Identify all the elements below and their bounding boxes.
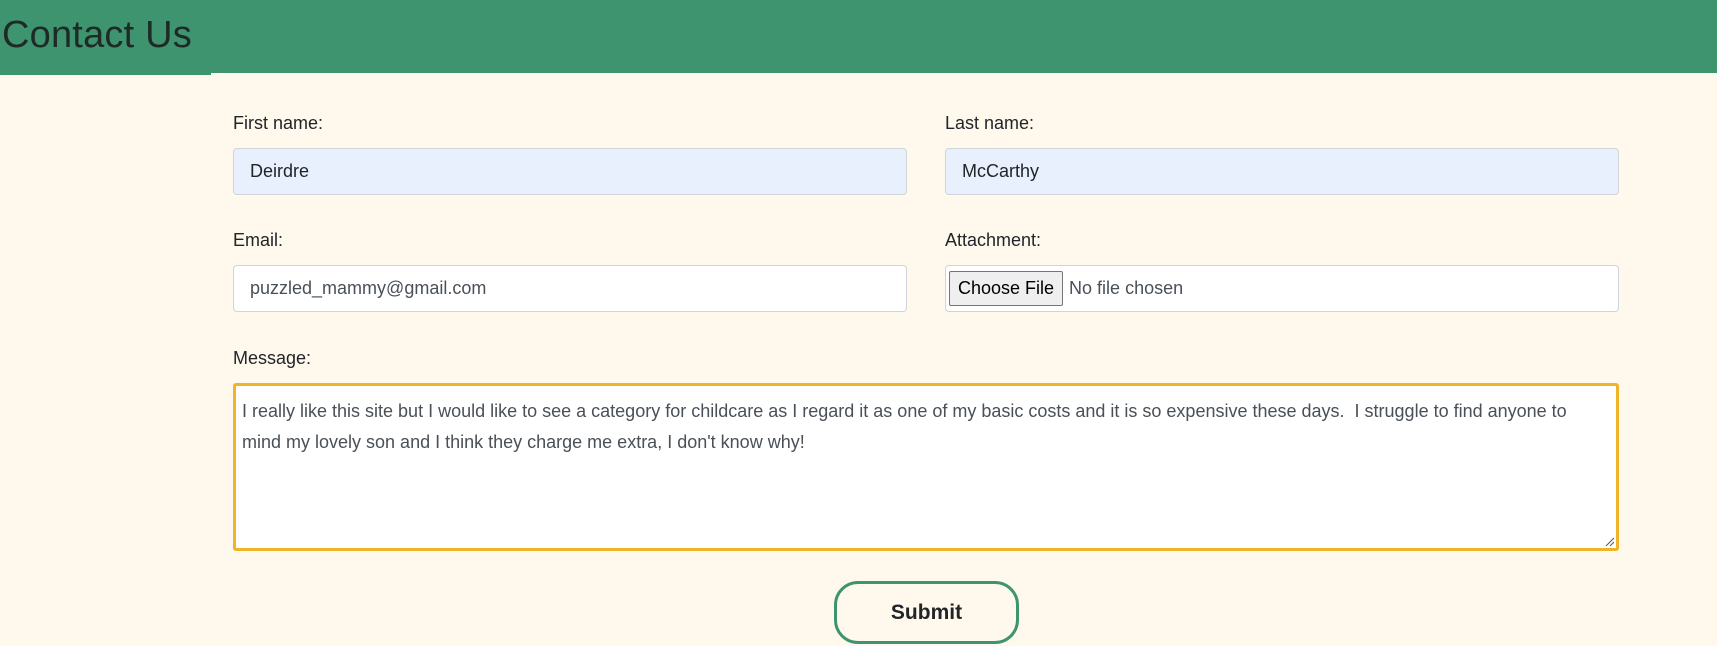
first-name-input[interactable]: Deirdre bbox=[233, 148, 907, 195]
message-label: Message: bbox=[233, 348, 312, 368]
attachment-label: Attachment: bbox=[945, 230, 1042, 250]
title-tab: Contact Us bbox=[0, 0, 211, 75]
email-label: Email: bbox=[233, 230, 284, 250]
first-name-label: First name: bbox=[233, 113, 324, 133]
last-name-input[interactable]: McCarthy bbox=[945, 148, 1619, 195]
message-textarea[interactable]: I really like this site but I would like… bbox=[233, 383, 1619, 551]
resize-grip-icon[interactable] bbox=[1604, 536, 1614, 546]
file-status: No file chosen bbox=[1069, 278, 1184, 298]
page-title: Contact Us bbox=[2, 14, 192, 56]
email-input[interactable]: puzzled_mammy@gmail.com bbox=[233, 265, 907, 312]
message-text: I really like this site but I would like… bbox=[242, 401, 1572, 452]
header-bar bbox=[0, 0, 1717, 73]
submit-button[interactable]: Submit bbox=[834, 581, 1019, 644]
choose-file-button[interactable]: Choose File bbox=[949, 271, 1064, 306]
attachment-input[interactable]: Choose File No file chosen bbox=[945, 265, 1619, 312]
last-name-label: Last name: bbox=[945, 113, 1035, 133]
